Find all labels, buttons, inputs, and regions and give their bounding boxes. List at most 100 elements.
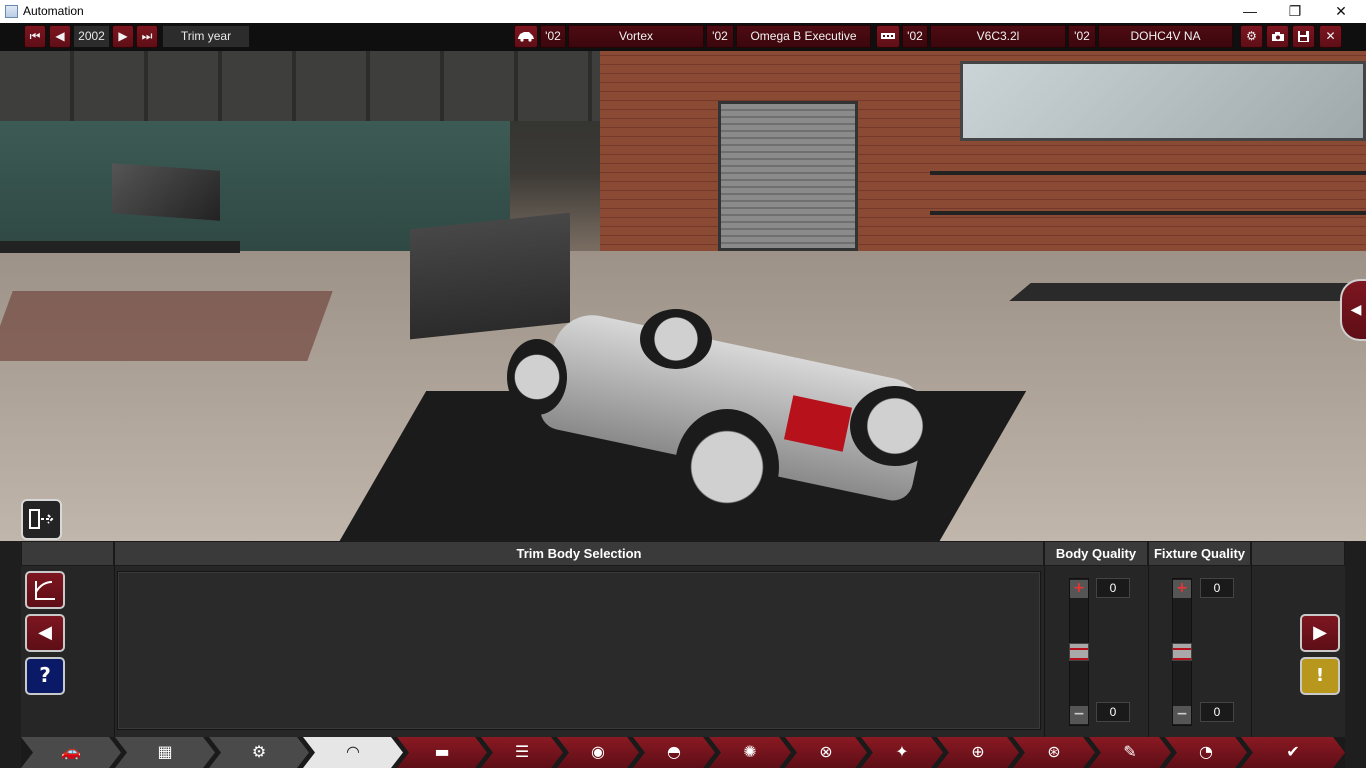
garage-ceiling [0, 51, 600, 121]
engine-family-name[interactable]: V6C3.2l [930, 25, 1066, 48]
first-year-button[interactable]: ⏮ [24, 25, 46, 48]
fixture-quality-slider[interactable]: + − [1172, 578, 1192, 726]
window-title: Automation [23, 4, 84, 18]
trim-icon: ▬ [434, 742, 450, 761]
tab-trim[interactable]: ▬ [397, 737, 487, 768]
body-quality-min-value: 0 [1096, 702, 1130, 722]
tab-interior[interactable]: ☰ [481, 737, 563, 768]
body-quality-handle[interactable] [1069, 643, 1089, 661]
suspension-icon: ⚙ [251, 742, 267, 761]
next-button[interactable]: ▶ [1300, 614, 1340, 652]
prev-year-button[interactable]: ◀ [49, 25, 71, 48]
trim-name[interactable]: Omega B Executive [736, 25, 871, 48]
paint-icon: ✎ [1123, 742, 1137, 761]
warning-button[interactable]: ! [1300, 657, 1340, 695]
tab-steering[interactable]: ⊛ [1013, 737, 1095, 768]
tab-wheels[interactable]: ✺ [709, 737, 791, 768]
tab-paint[interactable]: ✎ [1089, 737, 1171, 768]
next-year-button[interactable]: ▶ [112, 25, 134, 48]
tab-drivetrain[interactable]: ⊕ [937, 737, 1019, 768]
fixtures-icon: ✦ [895, 742, 909, 761]
model-name[interactable]: Vortex [568, 25, 704, 48]
trim-panel: Trim Body Selection Body Quality Fixture… [21, 541, 1345, 737]
save-button[interactable] [1292, 25, 1315, 48]
wheel [507, 339, 567, 415]
fixture-quality-plus-button[interactable]: + [1173, 580, 1191, 598]
roller-door [718, 101, 858, 251]
divider [114, 566, 115, 737]
tab-car[interactable]: 🚗 [21, 737, 121, 768]
minimize-button[interactable]: — [1227, 0, 1273, 23]
tab-body[interactable]: ◠ [303, 737, 403, 768]
partition-panel [410, 212, 570, 340]
wheel [675, 409, 779, 525]
floor-plate [1009, 283, 1361, 301]
tab-test-track[interactable]: ◔ [1165, 737, 1247, 768]
exit-icon[interactable] [21, 499, 62, 540]
rug [0, 291, 333, 361]
wheel [640, 309, 712, 369]
fixture-quality-header: Fixture Quality [1148, 541, 1251, 566]
last-year-button[interactable]: ⏭ [136, 25, 158, 48]
tab-fixtures[interactable]: ✦ [861, 737, 943, 768]
back-button[interactable]: ◀ [25, 614, 65, 652]
finish-icon: ✔ [1286, 742, 1300, 761]
tab-finish[interactable]: ✔ [1241, 737, 1345, 768]
help-button[interactable]: ? [25, 657, 65, 695]
fixture-quality-minus-button[interactable]: − [1173, 706, 1191, 724]
shelf [930, 171, 1366, 175]
tab-aero[interactable]: ◓ [633, 737, 715, 768]
model-year: '02 [540, 25, 566, 48]
car-poster [112, 163, 220, 221]
divider [1044, 566, 1045, 737]
tab-brakes[interactable]: ⊗ [785, 737, 867, 768]
brakes-icon: ⊗ [819, 742, 833, 761]
app-icon [5, 5, 18, 18]
settings-button[interactable]: ⚙ [1240, 25, 1263, 48]
side-panel-toggle[interactable]: ◀ [1340, 279, 1366, 341]
garage-3d-view[interactable] [0, 51, 1366, 541]
year-field[interactable]: 2002 [73, 25, 110, 48]
test-icon: ◔ [1199, 742, 1213, 761]
body-quality-slider[interactable]: + − [1069, 578, 1089, 726]
close-designer-button[interactable]: ✕ [1319, 25, 1342, 48]
trim-body-list[interactable] [117, 571, 1041, 730]
body-quality-minus-button[interactable]: − [1070, 706, 1088, 724]
fixture-quality-max-value: 0 [1200, 578, 1234, 598]
top-toolbar: ⏮ ◀ 2002 ▶ ⏭ Trim year '02 Vortex '02 Om… [0, 23, 1366, 51]
wheels-icon: ✺ [743, 742, 757, 761]
tab-suspension[interactable]: ⚙ [209, 737, 309, 768]
tab-chassis[interactable]: ▦ [115, 737, 215, 768]
screenshot-button[interactable] [1266, 25, 1289, 48]
panel-left-header [21, 541, 114, 566]
divider [1251, 566, 1252, 737]
chassis-icon: ▦ [157, 742, 173, 761]
variant-year: '02 [1068, 25, 1096, 48]
body-quality-max-value: 0 [1096, 578, 1130, 598]
body-quality-plus-button[interactable]: + [1070, 580, 1088, 598]
aero-icon: ◓ [667, 742, 681, 761]
interior-icon: ☰ [514, 742, 530, 761]
engine-variant-name[interactable]: DOHC4V NA [1098, 25, 1233, 48]
desk [0, 241, 240, 253]
engine-icon[interactable] [876, 25, 900, 48]
divider [1148, 566, 1149, 737]
tab-lights[interactable]: ◉ [557, 737, 639, 768]
trim-year: '02 [706, 25, 734, 48]
shelf [930, 211, 1366, 215]
car-icon[interactable] [514, 25, 538, 48]
close-window-button[interactable]: ✕ [1318, 0, 1364, 23]
wheel [850, 386, 940, 466]
family-year: '02 [902, 25, 928, 48]
steering-icon: ⊛ [1047, 742, 1061, 761]
curve-tool-button[interactable] [25, 571, 65, 609]
body-icon: ◠ [346, 742, 360, 761]
garage-window [960, 61, 1366, 141]
car-icon: 🚗 [61, 742, 81, 761]
fixture-quality-handle[interactable] [1172, 643, 1192, 661]
lights-icon: ◉ [591, 742, 605, 761]
trim-body-selection-header: Trim Body Selection [114, 541, 1044, 566]
maximize-button[interactable]: ❐ [1272, 0, 1318, 23]
panel-right-header [1251, 541, 1345, 566]
fixture-quality-min-value: 0 [1200, 702, 1234, 722]
